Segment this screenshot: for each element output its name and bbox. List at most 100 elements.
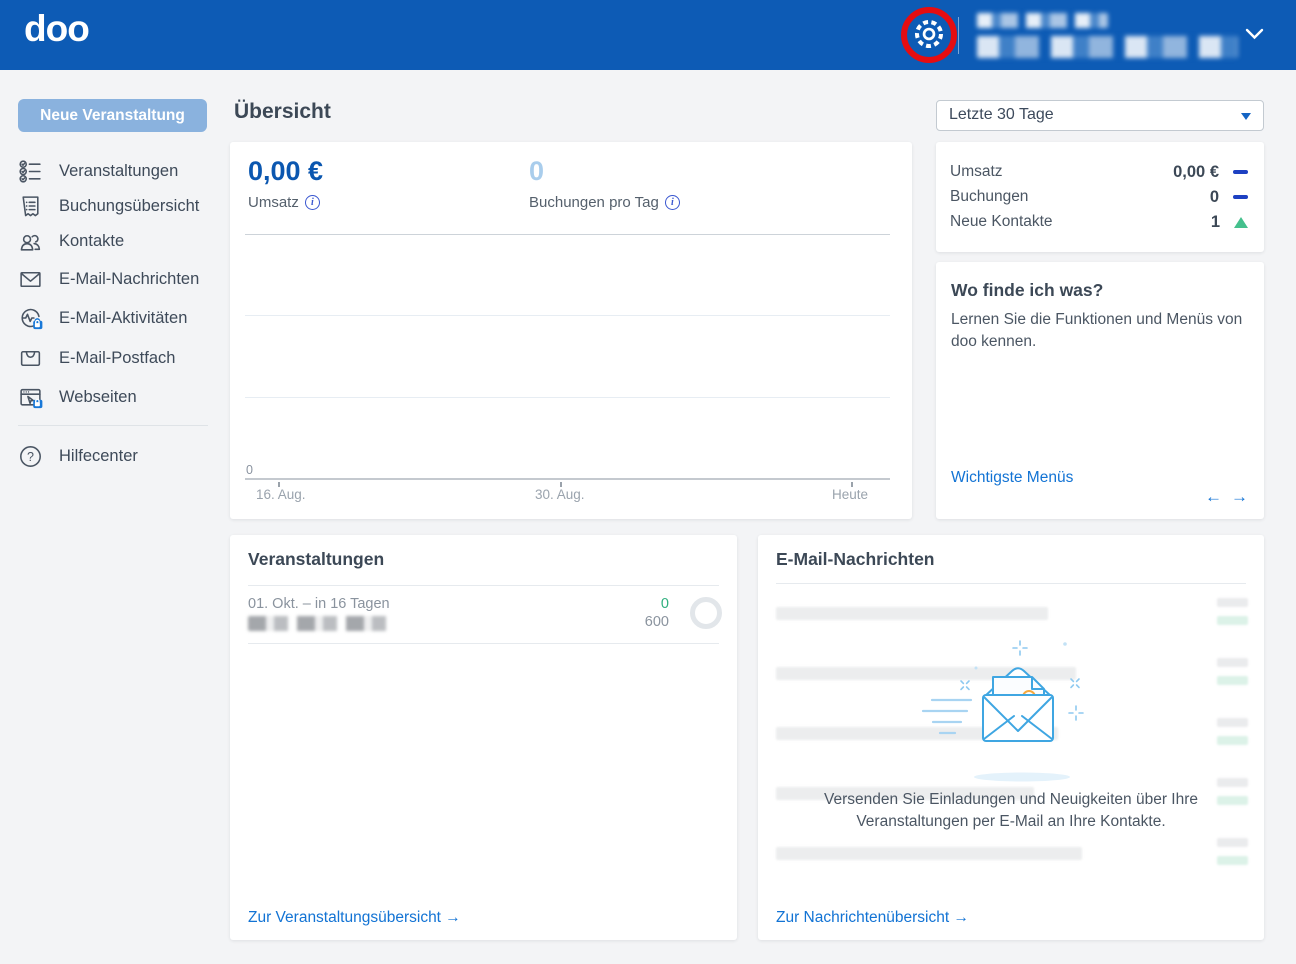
chart-gridline <box>245 397 890 398</box>
ghost-value <box>1217 616 1248 625</box>
sidebar-item-label: E-Mail-Postfach <box>59 349 175 368</box>
divider <box>776 583 1246 584</box>
email-activity-icon <box>18 306 43 331</box>
ghost-value <box>1217 736 1248 745</box>
ghost-value <box>1217 676 1248 685</box>
messages-overview-link[interactable]: Zur Nachrichtenübersicht → <box>776 909 969 927</box>
email-inbox-icon <box>18 346 43 371</box>
period-select-value: Letzte 30 Tage <box>949 106 1054 124</box>
sidebar-item-label: Buchungsübersicht <box>59 197 199 216</box>
sidebar-item-email-postfach[interactable]: E-Mail-Postfach <box>18 344 175 372</box>
sidebar-item-label: Hilfecenter <box>59 447 138 466</box>
new-event-button[interactable]: Neue Veranstaltung <box>18 99 207 132</box>
stat-row-buchungen: Buchungen 0 <box>950 185 1248 209</box>
events-card-title: Veranstaltungen <box>248 549 384 570</box>
account-name-redacted <box>977 13 1108 28</box>
chart-x-axis <box>245 478 890 480</box>
sidebar-item-email-aktivitaeten[interactable]: E-Mail-Aktivitäten <box>18 304 187 332</box>
event-date: 01. Okt. – in 16 Tagen <box>248 596 390 612</box>
sidebar-divider <box>18 425 208 426</box>
bookings-receipt-icon <box>18 194 43 219</box>
doo-dashboard: doo Neue Veranstaltung Veranstaltungen <box>0 0 1296 964</box>
event-capacity: 600 <box>645 613 669 631</box>
ghost-value <box>1217 598 1248 607</box>
info-icon[interactable]: i <box>305 195 320 210</box>
email-card-title: E-Mail-Nachrichten <box>776 549 935 570</box>
events-overview-link[interactable]: Zur Veranstaltungsübersicht → <box>248 909 461 927</box>
settings-gear-button[interactable] <box>908 14 950 56</box>
wichtigste-menues-link[interactable]: Wichtigste Menüs <box>951 469 1073 487</box>
trend-up-icon <box>1234 217 1248 228</box>
doo-logo[interactable]: doo <box>24 8 89 50</box>
onboarding-body: Lernen Sie die Funktionen und Menüs von … <box>951 309 1251 352</box>
x-tick-label: Heute <box>832 487 868 502</box>
sidebar-item-label: Webseiten <box>59 388 137 407</box>
sidebar-item-label: E-Mail-Aktivitäten <box>59 309 187 328</box>
trend-flat-icon <box>1233 170 1248 175</box>
stat-value: 0 <box>1210 188 1219 207</box>
x-tick-label: 30. Aug. <box>535 487 585 502</box>
stat-value: 0,00 € <box>1173 163 1219 182</box>
gear-icon <box>911 16 947 52</box>
email-messages-card: E-Mail-Nachrichten <box>758 535 1264 940</box>
carousel-prev-arrow[interactable]: ← <box>1205 487 1222 507</box>
bookings-per-day-label: Buchungen pro Tag i <box>529 194 680 211</box>
x-tick-label: 16. Aug. <box>256 487 306 502</box>
overview-chart-card: 0,00 € Umsatz i 0 Buchungen pro Tag i 0 … <box>230 142 912 519</box>
event-progress-ring <box>690 597 722 629</box>
period-select[interactable]: Letzte 30 Tage <box>936 100 1264 131</box>
sidebar-item-hilfecenter[interactable]: ? Hilfecenter <box>18 442 138 470</box>
ghost-value <box>1217 658 1248 667</box>
ghost-value <box>1217 718 1248 727</box>
email-empty-state-caption: Versenden Sie Einladungen und Neuigkeite… <box>776 789 1246 834</box>
event-booking-count: 0 600 <box>645 595 669 631</box>
account-org-redacted <box>977 36 1238 58</box>
divider <box>248 643 719 644</box>
page-title: Übersicht <box>234 100 331 124</box>
lock-badge-icon <box>33 318 42 328</box>
stat-row-neue-kontakte: Neue Kontakte 1 <box>950 210 1248 234</box>
lock-badge-icon <box>33 399 42 408</box>
y-axis-zero-label: 0 <box>246 463 253 477</box>
bookings-per-day-value: 0 <box>529 156 544 187</box>
sidebar-item-label: Veranstaltungen <box>59 162 178 181</box>
websites-icon <box>18 385 43 410</box>
events-card: Veranstaltungen 01. Okt. – in 16 Tagen 0… <box>230 535 737 940</box>
chevron-down-icon <box>1245 28 1264 41</box>
sidebar-item-email-nachrichten[interactable]: E-Mail-Nachrichten <box>18 265 199 293</box>
kpi-summary-card: Umsatz 0,00 € Buchungen 0 Neue Kontakte … <box>936 142 1264 252</box>
envelope-illustration <box>843 635 1183 785</box>
top-navbar: doo <box>0 0 1296 70</box>
stat-value: 1 <box>1211 213 1220 232</box>
email-envelope-icon <box>18 267 43 292</box>
svg-text:?: ? <box>27 449 34 463</box>
header-divider <box>958 17 959 54</box>
info-icon[interactable]: i <box>665 195 680 210</box>
carousel-next-arrow[interactable]: → <box>1231 487 1248 507</box>
trend-flat-icon <box>1233 195 1248 200</box>
sidebar-item-veranstaltungen[interactable]: Veranstaltungen <box>18 157 178 185</box>
select-dropdown-arrow-icon <box>1241 113 1251 120</box>
ghost-row <box>776 847 1082 860</box>
chart-gridline <box>245 315 890 316</box>
ghost-value <box>1217 838 1248 847</box>
umsatz-label: Umsatz i <box>248 194 320 211</box>
onboarding-card: Wo finde ich was? Lernen Sie die Funktio… <box>936 262 1264 519</box>
ghost-value <box>1217 856 1248 865</box>
ghost-row <box>776 607 1048 620</box>
onboarding-title: Wo finde ich was? <box>951 280 1103 301</box>
help-circle-icon: ? <box>18 444 43 469</box>
chart-top-divider <box>245 234 890 235</box>
event-name-redacted <box>248 616 394 631</box>
sidebar-item-webseiten[interactable]: Webseiten <box>18 383 137 411</box>
event-bookings: 0 <box>645 595 669 613</box>
umsatz-value: 0,00 € <box>248 156 323 187</box>
sidebar-item-kontakte[interactable]: Kontakte <box>18 227 124 255</box>
sidebar-item-label: Kontakte <box>59 232 124 251</box>
events-checklist-icon <box>18 159 43 184</box>
contacts-icon <box>18 229 43 254</box>
stat-row-umsatz: Umsatz 0,00 € <box>950 160 1248 184</box>
divider <box>248 585 719 586</box>
sidebar-item-buchungsuebersicht[interactable]: Buchungsübersicht <box>18 192 199 220</box>
account-menu-toggle[interactable] <box>1245 28 1264 46</box>
